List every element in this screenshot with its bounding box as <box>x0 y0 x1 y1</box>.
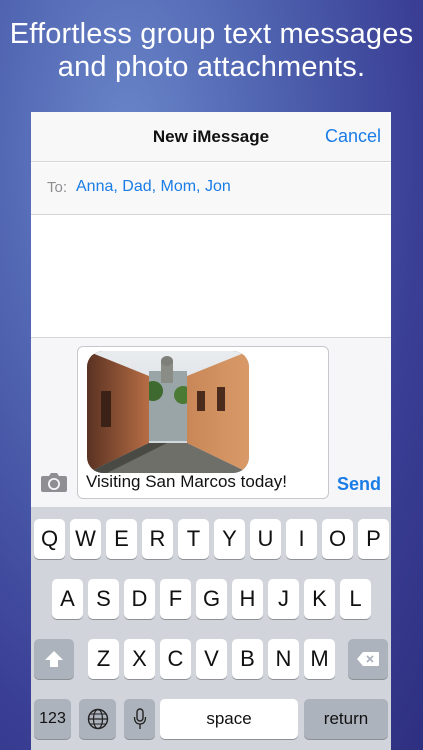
photo-attachment[interactable] <box>87 351 249 473</box>
keyboard: Q W E R T Y U I O P A S D F G H J K L Z … <box>31 507 391 750</box>
key-v[interactable]: V <box>196 639 227 679</box>
recipients-field[interactable]: To: Anna, Dad, Mom, Jon <box>31 163 391 215</box>
key-n[interactable]: N <box>268 639 299 679</box>
compose-bar: Visiting San Marcos today! Send <box>31 337 391 507</box>
key-q[interactable]: Q <box>34 519 65 559</box>
key-u[interactable]: U <box>250 519 281 559</box>
key-d[interactable]: D <box>124 579 155 619</box>
to-label: To: <box>47 179 68 196</box>
shift-key[interactable] <box>34 639 74 679</box>
globe-key[interactable] <box>79 699 116 739</box>
dictation-key[interactable] <box>124 699 155 739</box>
key-i[interactable]: I <box>286 519 317 559</box>
key-a[interactable]: A <box>52 579 83 619</box>
key-t[interactable]: T <box>178 519 209 559</box>
key-m[interactable]: M <box>304 639 335 679</box>
key-o[interactable]: O <box>322 519 353 559</box>
key-k[interactable]: K <box>304 579 335 619</box>
key-b[interactable]: B <box>232 639 263 679</box>
promo-line-2: and photo attachments. <box>57 51 366 83</box>
send-button[interactable]: Send <box>337 474 381 495</box>
key-y[interactable]: Y <box>214 519 245 559</box>
key-f[interactable]: F <box>160 579 191 619</box>
key-e[interactable]: E <box>106 519 137 559</box>
promo-line-1: Effortless group text messages <box>9 18 414 50</box>
camera-icon[interactable] <box>40 471 68 493</box>
navigation-bar: New iMessage Cancel <box>31 112 391 162</box>
message-thread-area <box>31 216 391 337</box>
promo-headline: Effortless group text messages and photo… <box>0 18 423 84</box>
key-r[interactable]: R <box>142 519 173 559</box>
shift-icon <box>45 651 63 667</box>
phone-screen: New iMessage Cancel To: Anna, Dad, Mom, … <box>31 112 391 750</box>
delete-icon <box>357 652 379 666</box>
microphone-icon <box>133 708 146 729</box>
numbers-key[interactable]: 123 <box>34 699 71 739</box>
cancel-button[interactable]: Cancel <box>325 126 381 147</box>
key-w[interactable]: W <box>70 519 101 559</box>
key-g[interactable]: G <box>196 579 227 619</box>
key-l[interactable]: L <box>340 579 371 619</box>
return-key[interactable]: return <box>304 699 388 739</box>
globe-icon <box>87 708 108 730</box>
key-h[interactable]: H <box>232 579 263 619</box>
key-p[interactable]: P <box>358 519 389 559</box>
delete-key[interactable] <box>348 639 388 679</box>
recipients-list[interactable]: Anna, Dad, Mom, Jon <box>76 178 231 196</box>
photo-alley-image <box>87 351 249 473</box>
message-input[interactable]: Visiting San Marcos today! <box>77 346 329 499</box>
key-s[interactable]: S <box>88 579 119 619</box>
message-text: Visiting San Marcos today! <box>86 472 287 491</box>
key-x[interactable]: X <box>124 639 155 679</box>
key-z[interactable]: Z <box>88 639 119 679</box>
key-j[interactable]: J <box>268 579 299 619</box>
space-key[interactable]: space <box>160 699 298 739</box>
key-c[interactable]: C <box>160 639 191 679</box>
